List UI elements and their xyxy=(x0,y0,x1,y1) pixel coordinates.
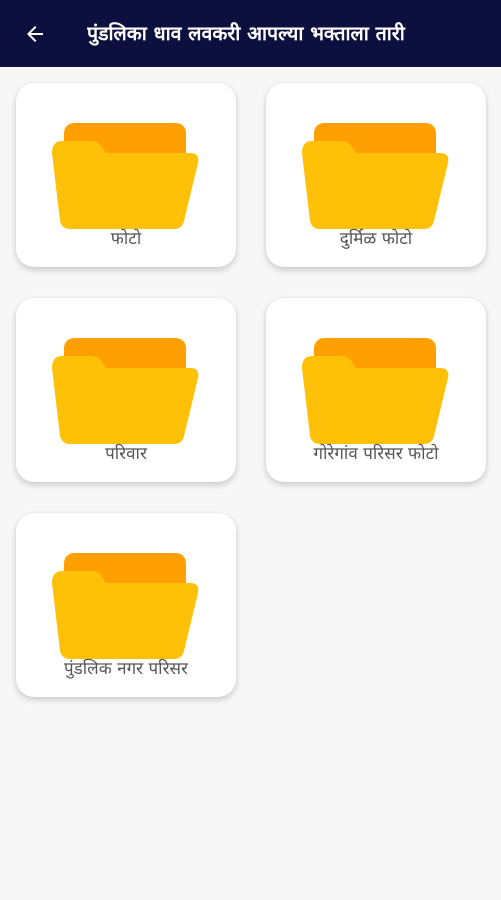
folder-label: दुर्मिळ फोटो xyxy=(339,229,413,249)
back-button[interactable] xyxy=(20,19,50,49)
folder-card-photos[interactable]: फोटो xyxy=(16,83,236,267)
folder-label: पुंडलिक नगर परिसर xyxy=(64,659,188,679)
folder-label: परिवार xyxy=(105,444,147,464)
folder-icon xyxy=(52,338,200,444)
folder-card-pundlik-nagar[interactable]: पुंडलिक नगर परिसर xyxy=(16,513,236,697)
page-title: पुंडलिका धाव लवकरी आपल्या भक्ताला तारी xyxy=(87,22,405,45)
arrow-left-icon xyxy=(27,26,43,42)
folder-card-goregaon-photos[interactable]: गोरेगांव परिसर फोटो xyxy=(266,298,486,482)
folder-label: फोटो xyxy=(110,229,142,249)
folder-icon xyxy=(52,123,200,229)
folder-icon xyxy=(302,123,450,229)
folder-card-family[interactable]: परिवार xyxy=(16,298,236,482)
folder-label: गोरेगांव परिसर फोटो xyxy=(313,444,439,464)
folder-icon xyxy=(302,338,450,444)
folder-icon xyxy=(52,553,200,659)
folder-card-rare-photos[interactable]: दुर्मिळ फोटो xyxy=(266,83,486,267)
app-bar: पुंडलिका धाव लवकरी आपल्या भक्ताला तारी xyxy=(0,0,501,67)
